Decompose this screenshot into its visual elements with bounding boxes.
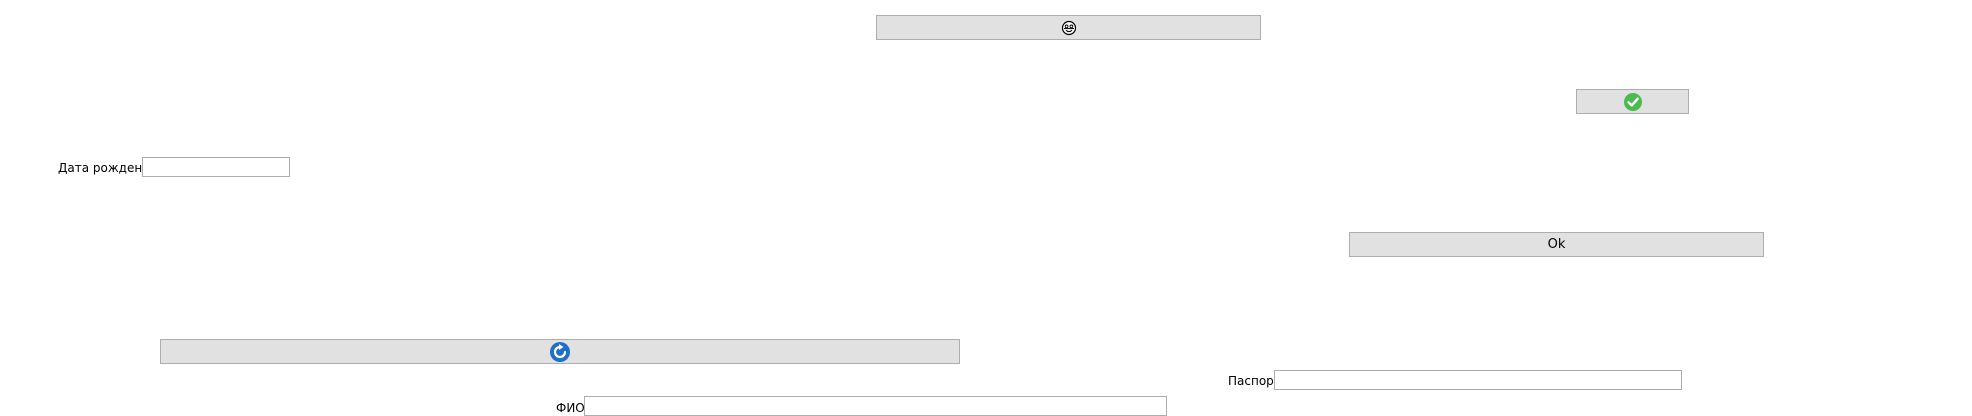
ok-button[interactable]: Ok [1349,232,1764,257]
full-name-field[interactable] [584,396,1167,416]
green-checkmark-icon [1623,92,1643,112]
face-button[interactable] [876,15,1261,40]
passport-label: Паспорт [1228,374,1281,388]
passport-field[interactable] [1274,370,1682,390]
birth-date-field[interactable] [142,157,290,177]
confirm-button[interactable] [1576,89,1689,114]
refresh-button[interactable] [160,339,960,364]
ok-button-label: Ok [1547,237,1566,252]
smiley-face-icon [1061,20,1077,36]
blue-refresh-icon [549,341,571,363]
full-name-label: ФИО [556,401,585,415]
